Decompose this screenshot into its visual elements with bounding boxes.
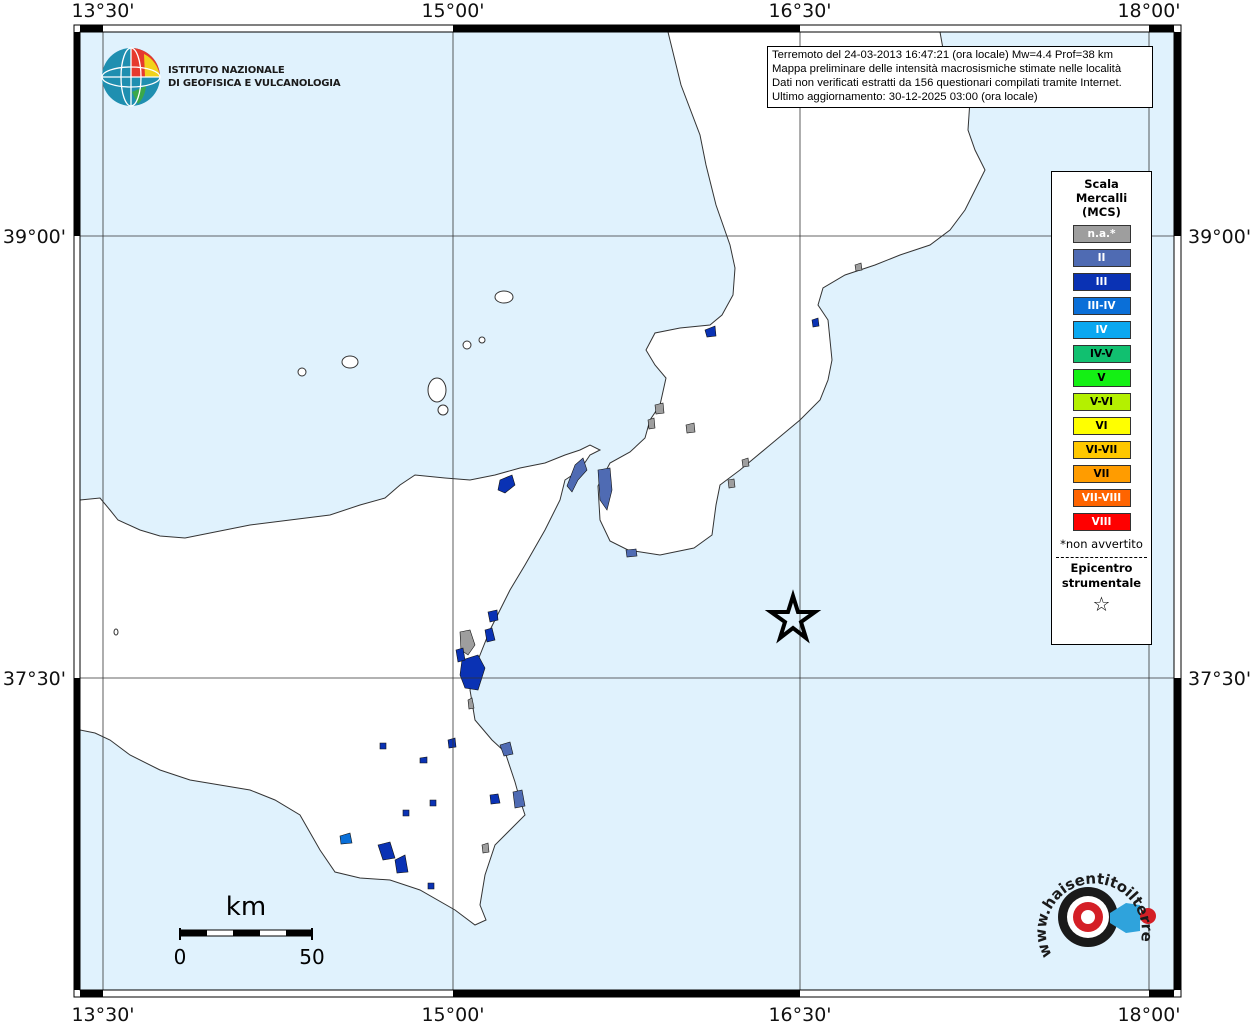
scale-start: 0 [174, 945, 187, 969]
scale-unit: km [226, 892, 266, 922]
legend-item-vii: VII [1072, 465, 1131, 483]
legend-items: n.a.* II III III-IV IV IV-V V V-VI VI VI… [1052, 225, 1151, 531]
lat-label: 37°30' [1188, 668, 1251, 690]
lon-label: 13°30' [71, 1004, 134, 1024]
legend-item-iv: IV [1072, 321, 1131, 339]
ingv-name: ISTITUTO NAZIONALE DI GEOFISICA E VULCAN… [168, 64, 341, 90]
legend-item-na: n.a.* [1072, 225, 1131, 243]
lat-label: 37°30' [3, 668, 66, 690]
longitude-labels-bottom: 13°30' 15°00' 16°30' 18°00' [71, 1004, 1180, 1024]
lon-label: 15°00' [421, 1004, 484, 1024]
legend-item-vi: VI [1072, 417, 1131, 435]
event-info-box: Terremoto del 24-03-2013 16:47:21 (ora l… [767, 46, 1153, 108]
legend-title-line: Scala [1084, 177, 1119, 191]
scale-end: 50 [299, 945, 324, 969]
legend-note: *non avvertito [1060, 537, 1143, 551]
ingv-name-line1: ISTITUTO NAZIONALE [168, 65, 285, 76]
legend-item-iv-v: IV-V [1072, 345, 1131, 363]
legend-item-viii: VIII [1072, 513, 1131, 531]
legend-title-line: Mercalli [1075, 191, 1128, 205]
event-info-line: Terremoto del 24-03-2013 16:47:21 (ora l… [772, 49, 1113, 61]
legend-star-icon: ☆ [1092, 592, 1111, 616]
legend-item-ii: II [1072, 249, 1131, 267]
lon-label: 15°00' [421, 0, 484, 22]
legend-title-line: (MCS) [1082, 205, 1121, 219]
legend-item-iii-iv: III-IV [1072, 297, 1131, 315]
lat-label: 39°00' [1188, 226, 1251, 248]
ingv-name-line2: DI GEOFISICA E VULCANOLOGIA [168, 78, 341, 89]
lon-label: 13°30' [71, 0, 134, 22]
legend-title: Scala Mercalli (MCS) [1052, 177, 1151, 219]
mcs-legend: Scala Mercalli (MCS) n.a.* II III III-IV… [1051, 171, 1152, 645]
legend-item-v-vi: V-VI [1072, 393, 1131, 411]
lon-label: 16°30' [768, 1004, 831, 1024]
lat-label: 39°00' [3, 226, 66, 248]
event-info-line: Ultimo aggiornamento: 30-12-2025 03:00 (… [772, 91, 1038, 103]
event-info-line: Mappa preliminare delle intensità macros… [772, 63, 1122, 75]
legend-item-iii: III [1072, 273, 1131, 291]
legend-epicenter-label: Epicentro strumentale [1052, 561, 1151, 591]
ingv-globe-icon [101, 47, 161, 107]
lon-label: 16°30' [768, 0, 831, 22]
legend-epicenter-line: Epicentro [1070, 561, 1133, 575]
legend-item-v: V [1072, 369, 1131, 387]
legend-item-vi-vii: VI-VII [1072, 441, 1131, 459]
event-info-line: Dati non verificati estratti da 156 ques… [772, 77, 1122, 89]
longitude-labels-top: 13°30' 15°00' 16°30' 18°00' [71, 0, 1180, 22]
legend-divider [1056, 557, 1147, 558]
haisentito-logo: www.haisentitoilterremoto.it [1030, 855, 1156, 960]
lon-label: 18°00' [1117, 1004, 1180, 1024]
lon-label: 18°00' [1117, 0, 1180, 22]
legend-epicenter-line: strumentale [1061, 576, 1142, 590]
legend-item-vii-viii: VII-VIII [1072, 489, 1131, 507]
